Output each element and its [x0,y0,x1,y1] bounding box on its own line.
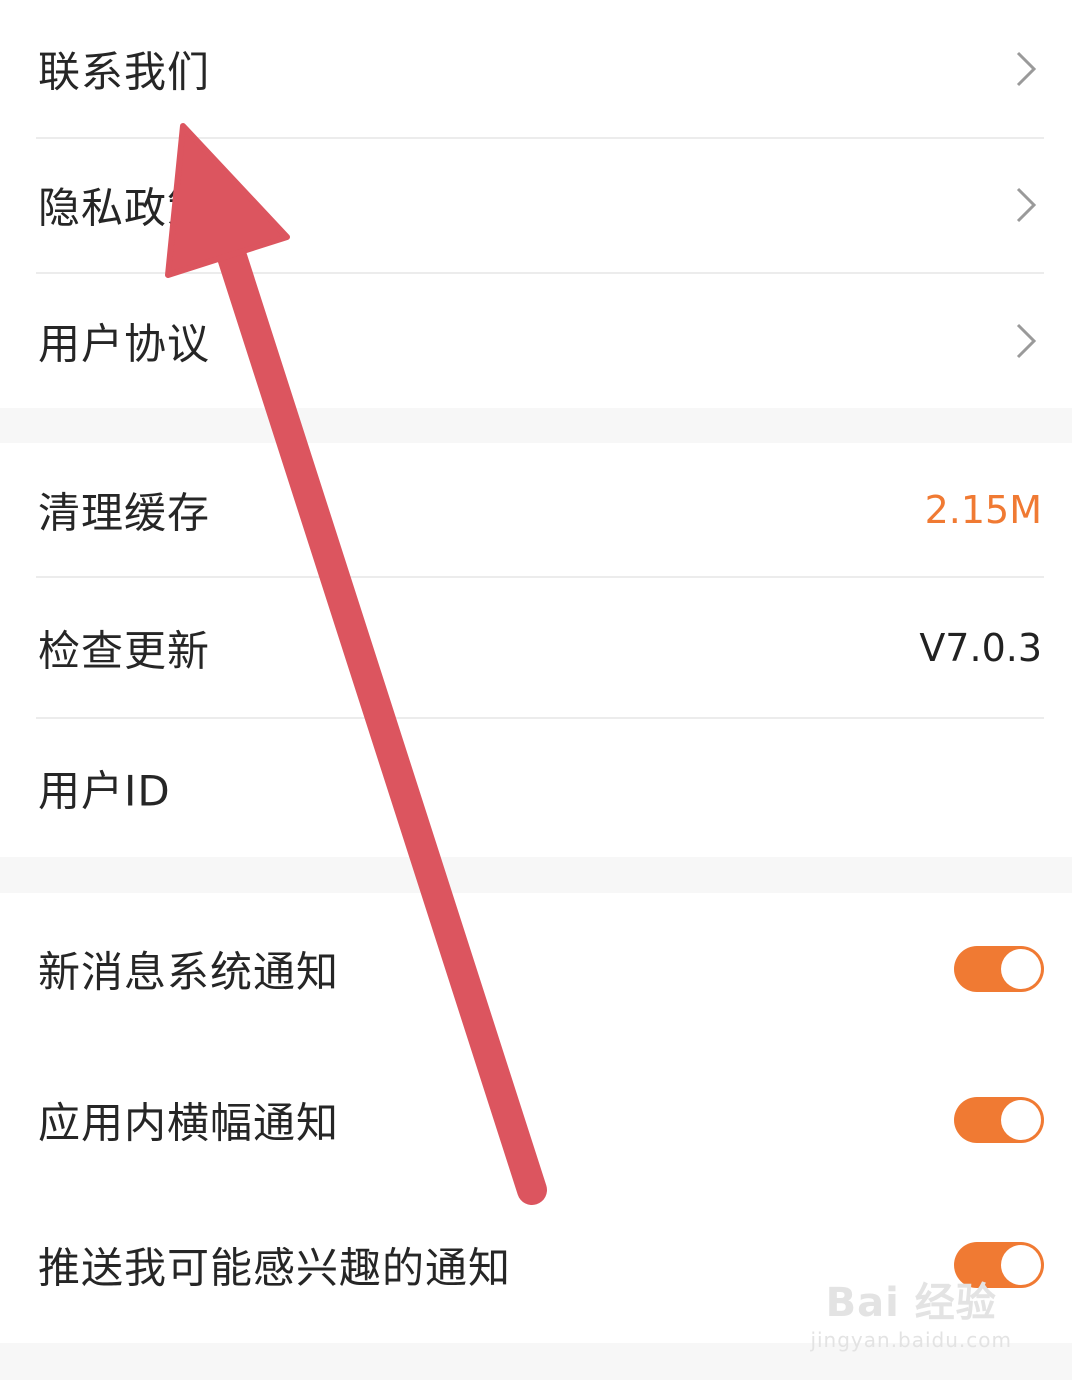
baidu-watermark: Bai 经验 jingyan.baidu.com [810,1270,1012,1352]
banner-notification-toggle[interactable] [954,1097,1044,1143]
contact-us-row[interactable]: 联系我们 [0,0,1072,138]
user-id-row: 用户ID [0,719,1072,857]
check-update-label: 检查更新 [38,626,211,675]
user-agreement-label: 用户协议 [38,319,211,369]
about-section: 联系我们 隐私政策 用户协议 [0,0,1072,408]
contact-us-label: 联系我们 [38,47,211,97]
chevron-right-icon [1016,51,1037,87]
banner-notification-label: 应用内横幅通知 [38,1098,340,1148]
system-notification-toggle[interactable] [954,946,1044,992]
watermark-brand: Bai 经验 [825,1280,997,1326]
banner-notification-row: 应用内横幅通知 [0,1045,1072,1195]
system-notification-label: 新消息系统通知 [38,947,340,997]
user-id-label: 用户ID [38,766,171,816]
check-update-row[interactable]: 检查更新 V7.0.3 [0,578,1072,717]
storage-section: 清理缓存 2.15M 检查更新 V7.0.3 用户ID [0,443,1072,857]
interest-push-label: 推送我可能感兴趣的通知 [38,1243,512,1293]
system-notification-row: 新消息系统通知 [0,893,1072,1045]
toggle-knob [1001,1100,1041,1140]
clear-cache-label: 清理缓存 [38,488,211,537]
privacy-policy-row[interactable]: 隐私政策 [0,138,1072,272]
cache-size-value: 2.15M [924,487,1042,532]
toggle-knob [1001,949,1041,989]
app-version-value: V7.0.3 [919,625,1042,670]
settings-screen: { "about_section": { "items": [ {"label"… [0,0,1072,1380]
user-agreement-row[interactable]: 用户协议 [0,274,1072,408]
chevron-right-icon [1016,323,1037,359]
clear-cache-row[interactable]: 清理缓存 2.15M [0,443,1072,576]
chevron-right-icon [1016,187,1037,223]
watermark-url: jingyan.baidu.com [810,1328,1012,1352]
privacy-policy-label: 隐私政策 [38,183,211,233]
